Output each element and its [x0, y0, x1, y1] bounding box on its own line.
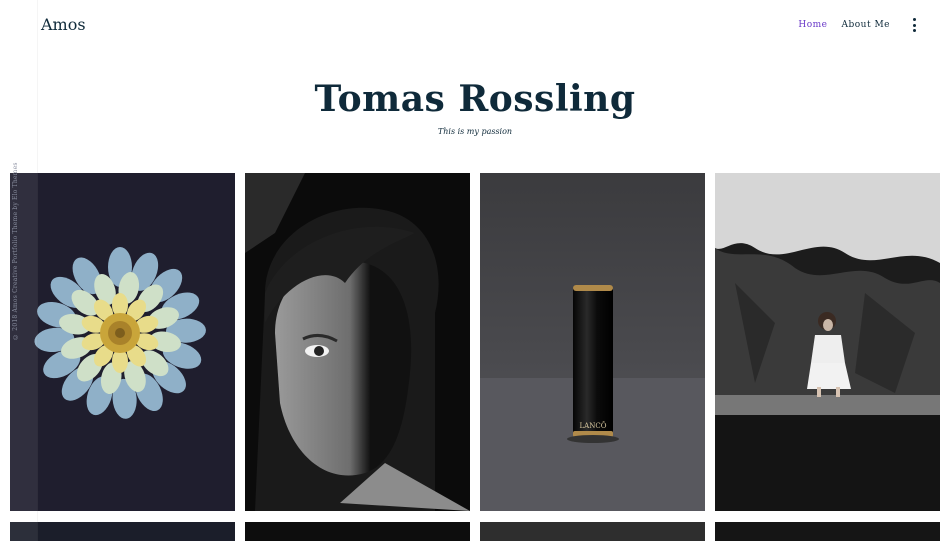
gallery-item-rocks[interactable] — [715, 173, 940, 511]
main-nav: Home About Me — [798, 18, 918, 32]
gallery-item-row2-1[interactable] — [10, 522, 235, 541]
gallery-item-lipstick[interactable]: LANCÔ — [480, 173, 705, 511]
gallery-item-row2-3[interactable] — [480, 522, 705, 541]
portrait-image — [245, 173, 470, 511]
nav-home[interactable]: Home — [798, 20, 827, 30]
nav-about-me[interactable]: About Me — [842, 20, 891, 30]
gallery-item-row2-2[interactable] — [245, 522, 470, 541]
lipstick-label: LANCÔ — [580, 421, 607, 430]
gallery-item-row2-4[interactable] — [715, 522, 940, 541]
copyright-text: © 2018 Amos Creative Portfolio Theme by … — [12, 162, 19, 340]
site-logo[interactable]: Amos — [41, 15, 86, 34]
lipstick-image: LANCÔ — [480, 173, 705, 511]
page-title: Tomas Rossling — [314, 78, 636, 120]
page-subtitle: This is my passion — [437, 127, 513, 136]
rocks-image — [715, 173, 940, 511]
flower-image — [10, 173, 235, 511]
kebab-menu-icon[interactable] — [910, 18, 918, 32]
gallery-item-flower[interactable] — [10, 173, 235, 511]
gallery-item-portrait[interactable] — [245, 173, 470, 511]
